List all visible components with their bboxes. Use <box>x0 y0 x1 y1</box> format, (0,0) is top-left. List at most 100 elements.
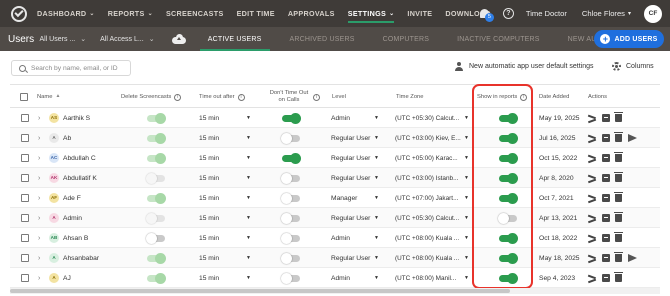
nav-item-invite[interactable]: INVITE <box>407 0 432 27</box>
trash-icon[interactable] <box>614 132 623 142</box>
chevron-right-icon[interactable]: › <box>38 215 40 222</box>
show-in-reports-toggle[interactable] <box>498 212 517 224</box>
timezone-select[interactable]: (UTC +07:00) Jakart... ▼ <box>395 195 469 202</box>
dont-time-out-toggle[interactable] <box>281 252 300 264</box>
timeout-select[interactable]: 15 min ▼ <box>199 195 251 202</box>
info-icon[interactable]: i <box>174 93 182 101</box>
table-row[interactable]: › AC Abdullah C 15 min ▼ Regular User ▼ (UTC +0… <box>10 148 660 168</box>
chevron-right-icon[interactable]: › <box>38 135 40 142</box>
chevron-right-icon[interactable]: › <box>38 195 40 202</box>
col-header-name[interactable]: Name ▲ <box>37 85 60 109</box>
table-row[interactable]: › AS Aarthik S 15 min ▼ Admin ▼ (UTC +05:30) Ca… <box>10 108 660 128</box>
user-name-group[interactable]: AB Ahsan B <box>49 233 88 243</box>
archive-icon[interactable] <box>602 134 610 142</box>
row-checkbox[interactable] <box>21 134 29 142</box>
trash-icon[interactable] <box>614 152 623 162</box>
nav-item-reports[interactable]: REPORTS ⌄ <box>108 0 153 27</box>
show-in-reports-toggle[interactable] <box>499 172 518 184</box>
user-name-group[interactable]: AF Ade F <box>49 193 81 203</box>
timeout-select[interactable]: 15 min ▼ <box>199 275 251 282</box>
nav-item-screencasts[interactable]: SCREENCASTS <box>166 0 224 27</box>
show-in-reports-toggle[interactable] <box>499 232 518 244</box>
dont-time-out-toggle[interactable] <box>281 192 300 204</box>
timeout-select[interactable]: 15 min ▼ <box>199 215 251 222</box>
dont-time-out-toggle[interactable] <box>281 232 300 244</box>
transfer-icon[interactable] <box>588 174 598 183</box>
transfer-icon[interactable] <box>588 194 598 203</box>
row-checkbox[interactable] <box>21 254 29 262</box>
user-name-group[interactable]: A Ab <box>49 133 71 143</box>
help-icon[interactable]: ? <box>502 8 514 19</box>
archive-icon[interactable] <box>602 114 610 122</box>
archive-icon[interactable] <box>602 194 610 202</box>
notifications-bell-icon[interactable]: 5 <box>479 8 494 22</box>
transfer-icon[interactable] <box>588 214 598 223</box>
delete-screencasts-toggle[interactable] <box>147 192 166 204</box>
dont-time-out-toggle[interactable] <box>281 172 300 184</box>
table-row[interactable]: › A Ab 15 min ▼ Regular User ▼ (UTC +03:00) Kie… <box>10 128 660 148</box>
table-row[interactable]: › A AJ 15 min ▼ Admin ▼ (UTC +08:00) Manil... ▼ S… <box>10 268 660 288</box>
trash-icon[interactable] <box>614 272 623 282</box>
user-name-group[interactable]: A Ahsanbabar <box>49 253 99 263</box>
user-name-group[interactable]: AC Abdullah C <box>49 153 96 163</box>
archive-icon[interactable] <box>602 174 610 182</box>
col-header-date-added[interactable]: Date Added <box>539 85 569 109</box>
user-name-group[interactable]: AK Abdullatif K <box>49 173 97 183</box>
search-input[interactable] <box>31 64 126 72</box>
chevron-right-icon[interactable]: › <box>38 155 40 162</box>
timeout-select[interactable]: 15 min ▼ <box>199 235 251 242</box>
info-icon[interactable]: i <box>520 93 528 101</box>
users-filter-dropdown[interactable]: All Users ... ⌄ <box>39 35 86 44</box>
trash-icon[interactable] <box>614 112 623 122</box>
level-select[interactable]: Regular User ▼ <box>331 155 379 162</box>
row-checkbox[interactable] <box>21 154 29 162</box>
timezone-select[interactable]: (UTC +08:00) Kuala ... ▼ <box>395 255 469 262</box>
level-select[interactable]: Regular User ▼ <box>331 135 379 142</box>
show-in-reports-toggle[interactable] <box>499 192 518 204</box>
nav-item-edit-time[interactable]: EDIT TIME <box>237 0 275 27</box>
select-all-checkbox[interactable] <box>20 85 28 109</box>
transfer-icon[interactable] <box>588 114 598 123</box>
user-name-group[interactable]: A AJ <box>49 273 71 283</box>
timezone-select[interactable]: (UTC +05:30) Calcut... ▼ <box>395 115 469 122</box>
chevron-right-icon[interactable]: › <box>38 175 40 182</box>
access-level-filter-dropdown[interactable]: All Access L... ⌄ <box>100 35 154 44</box>
col-header-level[interactable]: Level <box>332 85 346 109</box>
row-checkbox[interactable] <box>21 114 29 122</box>
send-invite-icon[interactable] <box>628 134 637 142</box>
table-row[interactable]: › AK Abdullatif K 15 min ▼ Regular User ▼ (UTC … <box>10 168 660 188</box>
user-avatar[interactable]: CF <box>644 4 662 23</box>
timezone-select[interactable]: (UTC +08:00) Kuala ... ▼ <box>395 235 469 242</box>
nav-item-settings[interactable]: SETTINGS ⌄ <box>347 0 395 27</box>
chevron-right-icon[interactable]: › <box>38 275 40 282</box>
level-select[interactable]: Regular User ▼ <box>331 255 379 262</box>
archive-icon[interactable] <box>602 234 610 242</box>
tab-active-users[interactable]: ACTIVE USERS <box>194 27 276 51</box>
user-menu[interactable]: Chloe Flores ▾ <box>582 9 631 18</box>
timeout-select[interactable]: 15 min ▼ <box>199 255 251 262</box>
chevron-right-icon[interactable]: › <box>38 115 40 122</box>
transfer-icon[interactable] <box>588 234 598 243</box>
row-checkbox[interactable] <box>21 274 29 282</box>
trash-icon[interactable] <box>614 252 623 262</box>
delete-screencasts-toggle[interactable] <box>147 112 166 124</box>
dont-time-out-toggle[interactable] <box>282 152 301 164</box>
transfer-icon[interactable] <box>588 154 598 163</box>
user-name-group[interactable]: AS Aarthik S <box>49 113 90 123</box>
delete-screencasts-toggle[interactable] <box>147 132 166 144</box>
timezone-select[interactable]: (UTC +05:00) Karac... ▼ <box>395 155 469 162</box>
dont-time-out-toggle[interactable] <box>282 112 301 124</box>
row-checkbox[interactable] <box>21 194 29 202</box>
scrollbar-thumb[interactable] <box>10 289 510 293</box>
trash-icon[interactable] <box>614 212 623 222</box>
dont-time-out-toggle[interactable] <box>281 212 300 224</box>
timeout-select[interactable]: 15 min ▼ <box>199 115 251 122</box>
delete-screencasts-toggle[interactable] <box>146 232 165 244</box>
company-name[interactable]: Time Doctor <box>526 9 567 18</box>
transfer-icon[interactable] <box>588 134 598 143</box>
delete-screencasts-toggle[interactable] <box>146 172 165 184</box>
logo-icon[interactable] <box>10 5 28 23</box>
tab-archived-users[interactable]: ARCHIVED USERS <box>276 27 369 51</box>
tab-inactive-computers[interactable]: INACTIVE COMPUTERS <box>443 27 554 51</box>
table-row[interactable]: › AB Ahsan B 15 min ▼ Admin ▼ (UTC +08:00) Kual… <box>10 228 660 248</box>
